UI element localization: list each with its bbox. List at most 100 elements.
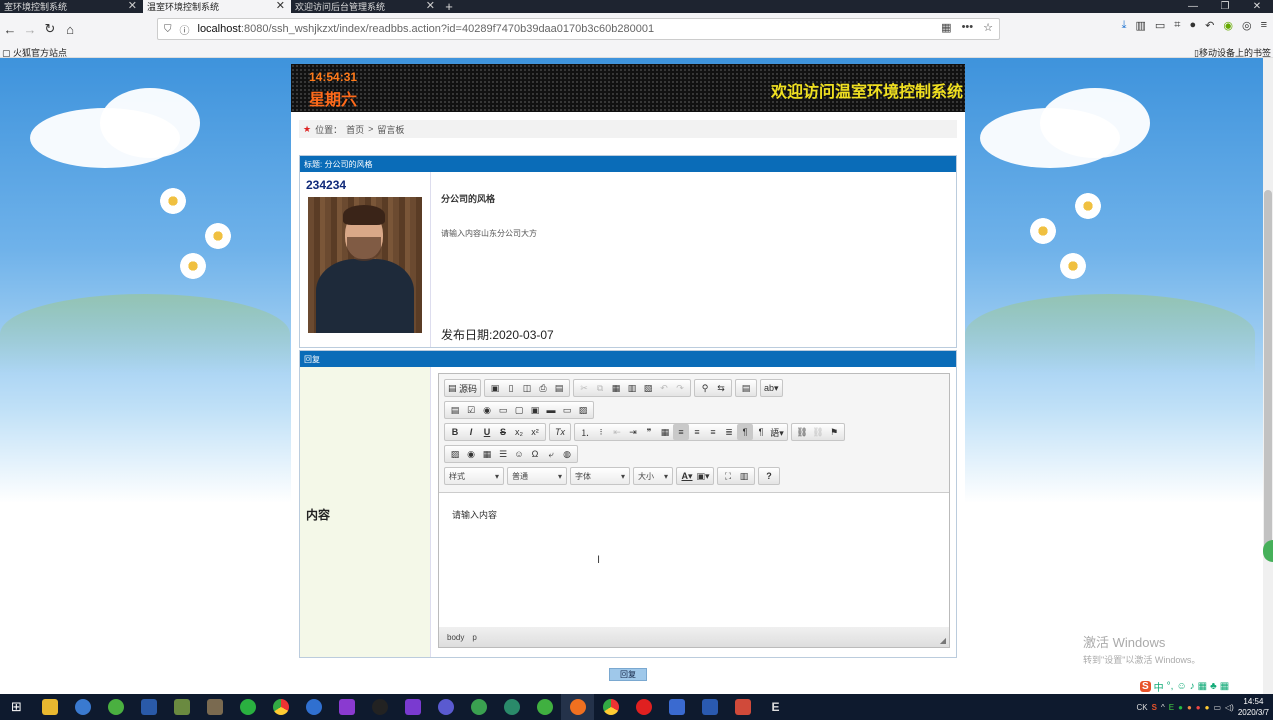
app-circle-blue-icon[interactable] (297, 694, 330, 720)
tray-wechat-icon[interactable]: ● (1178, 703, 1183, 712)
tray-e-icon[interactable]: E (1169, 703, 1174, 712)
window-close-icon[interactable]: ✕ (1241, 0, 1273, 13)
print-icon[interactable]: ⎙ (535, 380, 551, 396)
qq-icon[interactable] (363, 694, 396, 720)
numbered-list-icon[interactable]: ⒈ (577, 424, 593, 440)
radio-icon[interactable]: ◉ (479, 402, 495, 418)
wechat-icon[interactable] (231, 694, 264, 720)
tray-app-2-icon[interactable]: ● (1196, 703, 1201, 712)
replace-icon[interactable]: ⇆ (713, 380, 729, 396)
browser-tab-3[interactable]: 欢迎访问后台管理系统 ✕ (291, 0, 441, 13)
path-p[interactable]: p (472, 633, 476, 642)
browser-tab-1[interactable]: 室环境控制系统 ✕ (0, 0, 143, 13)
rtl-icon[interactable]: ¶ (753, 424, 769, 440)
forward-icon[interactable]: → (20, 19, 40, 39)
iframe-icon[interactable]: ◍ (559, 446, 575, 462)
bg-color-icon[interactable]: ▣▾ (695, 468, 711, 484)
preview-icon[interactable]: ◫ (519, 380, 535, 396)
sidebar-icon[interactable]: ▭ (1155, 19, 1165, 32)
new-page-icon[interactable]: ▯ (503, 380, 519, 396)
blockquote-icon[interactable]: ❞ (641, 424, 657, 440)
paste-word-icon[interactable]: ▧ (640, 380, 656, 396)
select-icon[interactable]: ▣ (527, 402, 543, 418)
align-center-icon[interactable]: ≡ (689, 424, 705, 440)
smiley-icon[interactable]: ☺ (511, 446, 527, 462)
info-icon[interactable]: ⓘ (180, 22, 190, 37)
globe-icon[interactable] (66, 694, 99, 720)
reload-icon[interactable]: ↻ (40, 19, 60, 39)
menu-icon[interactable]: ≡ (1261, 19, 1267, 32)
download-icon[interactable]: ⤓ (1122, 19, 1127, 32)
find-icon[interactable]: ⚲ (697, 380, 713, 396)
templates-icon[interactable]: ▤ (551, 380, 567, 396)
app-green-2-icon[interactable] (495, 694, 528, 720)
app-pen-icon[interactable] (726, 694, 759, 720)
tray-expand-icon[interactable]: ^ (1161, 703, 1165, 712)
subscript-icon[interactable]: x₂ (511, 424, 527, 440)
page-scrollbar[interactable] (1263, 58, 1273, 694)
tray-lang[interactable]: CK (1137, 703, 1148, 712)
format-combo[interactable]: 普通 ▾ (507, 467, 567, 485)
page-break-icon[interactable]: ⤶ (543, 446, 559, 462)
bookmark-star-icon[interactable]: ☆ (983, 21, 993, 34)
save-icon[interactable]: ▣ (487, 380, 503, 396)
url-bar[interactable]: ⛉ ⓘ localhost:8080/ssh_wshjkzxt/index/re… (157, 18, 1000, 40)
tray-clock[interactable]: 14:54 2020/3/7 (1238, 696, 1269, 718)
opera-icon[interactable] (627, 694, 660, 720)
redo-edit-icon[interactable]: ↷ (672, 380, 688, 396)
breadcrumb-home-link[interactable]: 首页 (346, 123, 364, 136)
select-all-icon[interactable]: ▤ (738, 380, 754, 396)
font-combo[interactable]: 字体 ▾ (570, 467, 630, 485)
button-icon[interactable]: ▬ (543, 402, 559, 418)
size-combo[interactable]: 大小 ▾ (633, 467, 673, 485)
app-ide-icon[interactable] (330, 694, 363, 720)
close-icon[interactable]: ✕ (128, 0, 137, 13)
app-e-icon[interactable]: E (759, 694, 792, 720)
tray-app-icon[interactable]: ● (1187, 703, 1192, 712)
strikethrough-icon[interactable]: S (495, 424, 511, 440)
word-icon[interactable] (693, 694, 726, 720)
app-game-icon[interactable] (165, 694, 198, 720)
maximize-icon[interactable]: ⛶ (720, 468, 736, 484)
align-right-icon[interactable]: ≡ (705, 424, 721, 440)
home-icon[interactable]: ⌂ (60, 19, 80, 39)
resize-grip-icon[interactable]: ◢ (940, 636, 946, 645)
indent-icon[interactable]: ⇥ (625, 424, 641, 440)
app-brush-icon[interactable] (132, 694, 165, 720)
spellcheck-icon[interactable]: ab▾ (763, 380, 780, 396)
app-green-icon[interactable] (462, 694, 495, 720)
minimize-icon[interactable]: — (1177, 0, 1209, 13)
outdent-icon[interactable]: ⇤ (609, 424, 625, 440)
underline-icon[interactable]: U (479, 424, 495, 440)
bulleted-list-icon[interactable]: ⁝ (593, 424, 609, 440)
ime-tools-icon[interactable]: ▦ (1220, 681, 1229, 692)
bold-icon[interactable]: B (447, 424, 463, 440)
textarea-icon[interactable]: ▢ (511, 402, 527, 418)
file-explorer-icon[interactable] (33, 694, 66, 720)
flash-icon[interactable]: ◉ (463, 446, 479, 462)
cut-icon[interactable]: ✂ (576, 380, 592, 396)
source-button[interactable]: ▤ 源码 (447, 380, 478, 396)
app-leaf-icon[interactable] (99, 694, 132, 720)
app-bird-icon[interactable] (660, 694, 693, 720)
undo-edit-icon[interactable]: ↶ (656, 380, 672, 396)
mic-icon[interactable]: ♪ (1190, 681, 1195, 692)
remove-format-icon[interactable]: Tx (552, 424, 568, 440)
special-char-icon[interactable]: Ω (527, 446, 543, 462)
sogou-icon[interactable]: S (1140, 680, 1151, 692)
copy-icon[interactable]: ⧉ (592, 380, 608, 396)
sync-icon[interactable]: ◎ (1242, 19, 1252, 32)
firefox-icon[interactable] (561, 694, 594, 720)
editor-content-area[interactable]: 请输入内容 I (439, 492, 949, 627)
chrome-icon[interactable] (264, 694, 297, 720)
italic-icon[interactable]: I (463, 424, 479, 440)
restore-icon[interactable]: ❐ (1209, 0, 1241, 13)
chrome-2-icon[interactable] (594, 694, 627, 720)
ime-mode[interactable]: 中 (1154, 679, 1164, 694)
punctuation-icon[interactable]: °, (1167, 681, 1174, 692)
library-icon[interactable]: ▥ (1135, 19, 1145, 32)
tray-app-3-icon[interactable]: ● (1205, 703, 1210, 712)
link-icon[interactable]: ⛓ (794, 424, 810, 440)
div-container-icon[interactable]: ▦ (657, 424, 673, 440)
back-icon[interactable]: ← (0, 19, 20, 39)
